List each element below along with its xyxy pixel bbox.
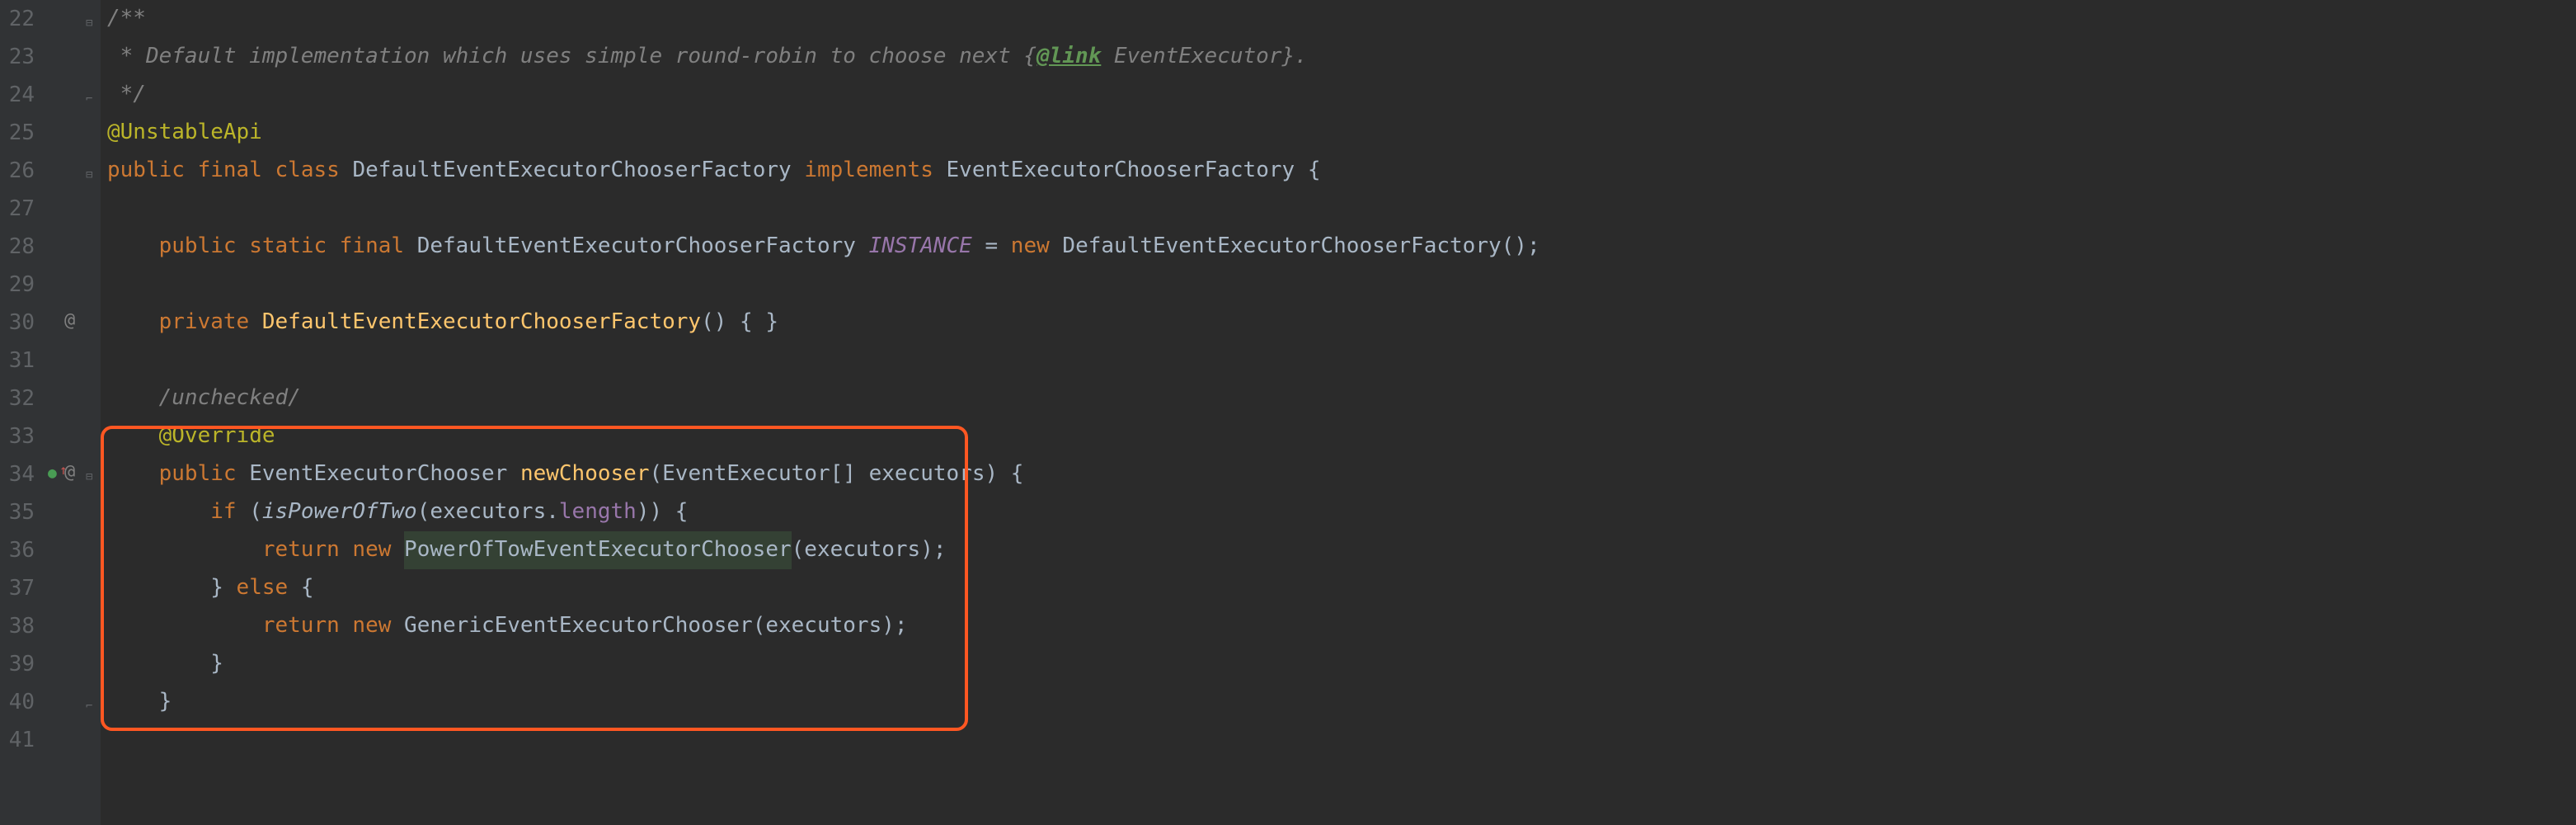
line-number[interactable]: 22 [0, 0, 35, 38]
code-line: if (isPowerOfTwo(executors.length)) { [107, 493, 2576, 531]
line-number[interactable]: 38 [0, 607, 35, 645]
fold-end-icon[interactable]: ⌐ [86, 696, 92, 717]
code-line: private DefaultEventExecutorChooserFacto… [107, 304, 2576, 342]
code-line [107, 190, 2576, 228]
code-line: /unchecked/ [107, 380, 2576, 417]
code-line: public final class DefaultEventExecutorC… [107, 152, 2576, 190]
line-number[interactable]: 40 [0, 683, 35, 721]
code-line [107, 266, 2576, 304]
code-line: * Default implementation which uses simp… [107, 38, 2576, 76]
line-number[interactable]: 35 [0, 493, 35, 531]
vcs-change-marker-icon[interactable]: ● [48, 460, 57, 487]
line-number[interactable]: 31 [0, 342, 35, 380]
code-line [107, 342, 2576, 380]
code-line: /** [107, 0, 2576, 38]
code-line [107, 721, 2576, 759]
line-number[interactable]: 23 [0, 38, 35, 76]
line-number[interactable]: 37 [0, 569, 35, 607]
code-editor: 22 23 24 25 26 27 28 29 30 31 32 33 34 3… [0, 0, 2576, 825]
fold-collapse-icon[interactable]: ⊟ [86, 467, 92, 488]
fold-gutter: ⊟ ⌐ ⊟ ⊟ ⌐ [84, 0, 101, 825]
line-number[interactable]: 30 [0, 304, 35, 342]
line-number[interactable]: 26 [0, 152, 35, 190]
fold-collapse-icon[interactable]: ⊟ [86, 13, 92, 34]
line-number[interactable]: 33 [0, 417, 35, 455]
line-number[interactable]: 41 [0, 721, 35, 759]
line-number[interactable]: 28 [0, 228, 35, 266]
code-line: } [107, 683, 2576, 721]
fold-end-icon[interactable]: ⌐ [86, 89, 92, 110]
code-line: } else { [107, 569, 2576, 607]
code-line: } [107, 645, 2576, 683]
line-number-gutter: 22 23 24 25 26 27 28 29 30 31 32 33 34 3… [0, 0, 45, 825]
code-line: public EventExecutorChooser newChooser(E… [107, 455, 2576, 493]
code-line: @UnstableApi [107, 114, 2576, 152]
line-number[interactable]: 39 [0, 645, 35, 683]
code-line: return new PowerOfTowEventExecutorChoose… [107, 531, 2576, 569]
line-number[interactable]: 25 [0, 114, 35, 152]
line-number[interactable]: 36 [0, 531, 35, 569]
line-number[interactable]: 24 [0, 76, 35, 114]
override-gutter-icon[interactable]: @ [64, 457, 75, 489]
line-number[interactable]: 32 [0, 380, 35, 417]
code-line: public static final DefaultEventExecutor… [107, 228, 2576, 266]
override-gutter-icon[interactable]: @ [64, 305, 75, 337]
gutter-marks-column: @ ● ↑ @ [45, 0, 84, 825]
fold-collapse-icon[interactable]: ⊟ [86, 165, 92, 186]
code-line: return new GenericEventExecutorChooser(e… [107, 607, 2576, 645]
line-number[interactable]: 34 [0, 455, 35, 493]
line-number[interactable]: 27 [0, 190, 35, 228]
code-line: @Override [107, 417, 2576, 455]
code-line: */ [107, 76, 2576, 114]
line-number[interactable]: 29 [0, 266, 35, 304]
code-content[interactable]: /** * Default implementation which uses … [101, 0, 2576, 825]
